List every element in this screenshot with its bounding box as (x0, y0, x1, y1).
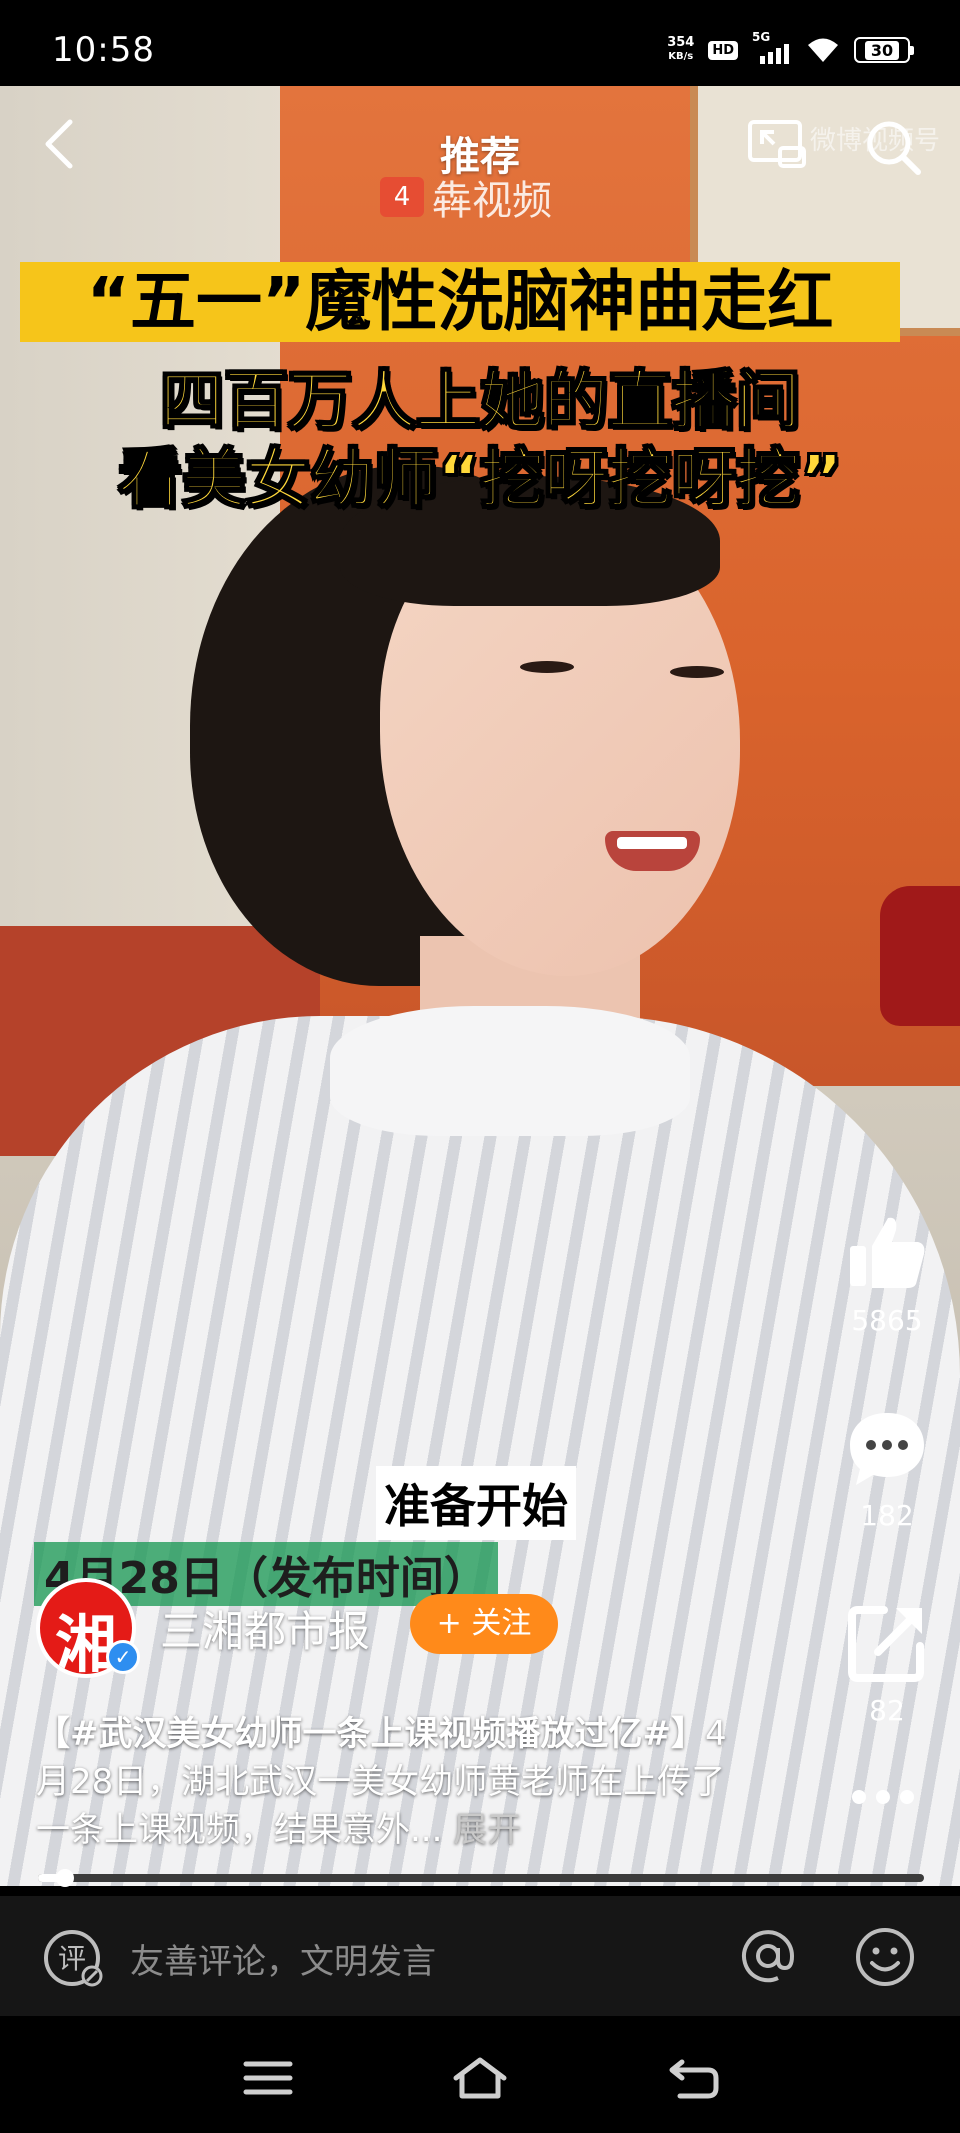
screen: 10:58 354 KB/s HD 5G 30 推荐 4 犇视频 微博视频号 “… (0, 0, 960, 2133)
video-description[interactable]: 【#武汉美女幼师一条上课视频播放过亿#】4月28日，湖北武汉一美女幼师黄老师在上… (36, 1710, 756, 1854)
video-progress-bar[interactable] (38, 1869, 924, 1887)
red-kettle (880, 886, 960, 1026)
wifi-icon (808, 38, 838, 62)
description-hashtag[interactable]: 【#武汉美女幼师一条上课视频播放过亿#】 (36, 1714, 705, 1754)
like-button[interactable]: 5865 (840, 1210, 934, 1337)
menu-icon[interactable] (240, 2056, 296, 2100)
chat-bubble-icon (850, 1413, 924, 1485)
network-speed-value: 354 (667, 35, 695, 50)
comment-input[interactable]: 友善评论，文明发言 (130, 1934, 436, 1983)
system-nav-bar (0, 2016, 960, 2133)
video-subtitle: 准备开始 (376, 1466, 576, 1540)
expand-link[interactable]: 展开 (453, 1810, 521, 1850)
follow-button[interactable]: + 关注 (410, 1594, 558, 1654)
account-name[interactable]: 三湘都市报 (160, 1598, 370, 1659)
cell-signal-icon: 5G (752, 30, 792, 64)
at-sign-icon[interactable] (738, 1926, 798, 1986)
watermark-right: 微博视频号 (810, 126, 941, 156)
share-count: 82 (869, 1694, 905, 1727)
progress-handle[interactable] (55, 1869, 74, 1887)
status-bar: 10:58 354 KB/s HD 5G 30 (0, 0, 960, 86)
watermark-text: 犇视频 (432, 178, 552, 224)
picture-in-picture-icon[interactable] (746, 116, 808, 172)
hd-badge: HD (708, 40, 738, 60)
comment-pen-icon[interactable]: 评 (42, 1926, 106, 1990)
share-button[interactable]: 82 (840, 1600, 934, 1727)
status-time: 10:58 (52, 30, 155, 70)
return-icon[interactable] (666, 2056, 722, 2100)
like-count: 5865 (851, 1304, 923, 1337)
network-type: 5G (752, 30, 771, 44)
network-speed-unit: KB/s (668, 51, 694, 62)
watermark-logo: 4 犇视频 (380, 168, 552, 226)
headline-line-3: 看美女幼师“挖呀挖呀挖” (117, 442, 843, 518)
home-icon[interactable] (452, 2056, 508, 2100)
watermark-mark: 4 (380, 177, 424, 217)
thumbs-up-icon (850, 1217, 925, 1288)
verified-badge-icon: ✓ (106, 1640, 140, 1674)
headline-line-1: “五一”魔性洗脑神曲走红 (20, 262, 900, 342)
battery-level: 30 (864, 40, 900, 60)
share-icon (848, 1606, 924, 1682)
network-speed: 354 KB/s (667, 36, 694, 64)
comment-count: 182 (860, 1499, 914, 1532)
comment-bar: 评 友善评论，文明发言 (0, 1896, 960, 2016)
svg-text:评: 评 (58, 1942, 86, 1975)
battery-icon: 30 (854, 37, 914, 63)
smiley-icon[interactable] (854, 1926, 916, 1988)
status-icons: 354 KB/s HD 5G 30 (667, 30, 914, 68)
more-dots-icon[interactable] (852, 1790, 914, 1804)
comment-button[interactable]: 182 (840, 1405, 934, 1532)
